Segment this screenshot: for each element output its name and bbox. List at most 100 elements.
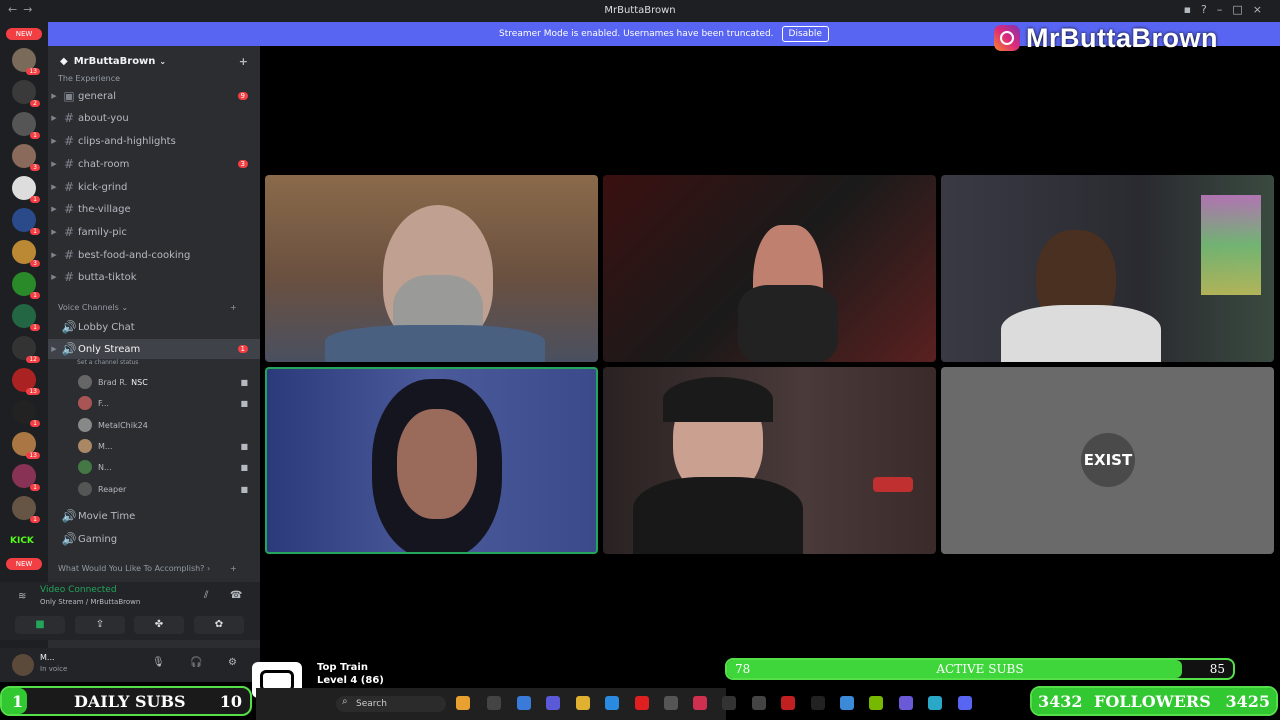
window-controls[interactable]: ▪?–□× [1184, 3, 1272, 16]
camera-icon: ■ [240, 398, 248, 408]
voice-only-stream[interactable]: ▶ 🔊 Only Stream 1 [48, 339, 260, 359]
video-tile[interactable] [941, 175, 1274, 362]
server-icon[interactable]: 1 [12, 464, 40, 491]
followers-right: 3425 [1225, 692, 1270, 711]
channel-general[interactable]: ▶ ▣ general 9 [48, 86, 260, 106]
server-icon[interactable]: 13 [12, 48, 40, 75]
voice-user[interactable]: Reaper ■ [78, 480, 248, 498]
server-icon[interactable]: 13 [12, 432, 40, 459]
voice-lobby-chat[interactable]: 🔊 Lobby Chat [48, 317, 260, 337]
voice-movie-time[interactable]: 🔊 Movie Time [48, 506, 260, 526]
followers-label: FOLLOWERS [1094, 692, 1211, 711]
video-tile[interactable] [603, 367, 936, 554]
app-icon[interactable] [840, 696, 854, 710]
voice-user[interactable]: MetalChik24 [78, 416, 248, 434]
server-icon[interactable]: 1 [12, 112, 40, 139]
screen-share-button[interactable]: ⇪ [75, 616, 125, 634]
chevron-down-icon: ⌄ [159, 56, 167, 66]
youtube-icon[interactable] [635, 696, 649, 710]
app-icon[interactable] [899, 696, 913, 710]
voice-category[interactable]: Voice Channels ⌄ + [58, 303, 237, 312]
voice-user[interactable]: N... ■ [78, 458, 248, 476]
channel-butta-tiktok[interactable]: ▶ # butta-tiktok [48, 267, 260, 287]
video-tile[interactable] [265, 175, 598, 362]
train-info: Top Train Level 4 (86) [317, 662, 384, 686]
app-icon[interactable] [487, 696, 501, 710]
followers-goal: 3432 FOLLOWERS 3425 [1030, 686, 1278, 716]
connection-detail[interactable]: Only Stream / MrButtaBrown [40, 598, 140, 606]
hash-icon: # [63, 180, 75, 194]
voice-user[interactable]: M... ■ [78, 437, 248, 455]
voice-user[interactable]: F... ■ [78, 394, 248, 412]
taskbar-search[interactable]: Search [336, 696, 446, 712]
channel-chat-room[interactable]: ▶ # chat-room 3 [48, 154, 260, 174]
app-icon[interactable] [664, 696, 678, 710]
server-icon[interactable]: 1 [12, 400, 40, 427]
folder-icon[interactable] [576, 696, 590, 710]
app-icon[interactable] [456, 696, 470, 710]
new-badge: NEW [6, 558, 42, 570]
server-icon[interactable]: 2 [12, 80, 40, 107]
app-icon[interactable] [781, 696, 795, 710]
server-icon[interactable]: 1 [12, 496, 40, 523]
add-member-icon[interactable]: + [239, 55, 248, 68]
kick-server-icon[interactable]: KICK [10, 536, 34, 546]
app-icon[interactable] [811, 696, 825, 710]
channel-the-village[interactable]: ▶ # the-village [48, 199, 260, 219]
camera-icon: ■ [240, 377, 248, 387]
video-tile[interactable] [603, 175, 936, 362]
hash-icon: # [63, 270, 75, 284]
connection-status: Video Connected [40, 585, 117, 595]
server-icon[interactable]: 1 [12, 304, 40, 331]
disconnect-icon[interactable]: ☎ [230, 590, 242, 601]
server-header[interactable]: ◆ MrButtaBrown ⌄ + [48, 46, 260, 76]
title-bar: ←→ MrButtaBrown ▪?–□× [0, 0, 1280, 22]
server-icon[interactable]: 13 [12, 368, 40, 395]
headphones-icon[interactable]: 🎧 [190, 657, 202, 668]
disable-button[interactable]: Disable [781, 26, 829, 42]
server-icon[interactable]: 3 [12, 240, 40, 267]
app-icon[interactable] [752, 696, 766, 710]
server-icon[interactable]: 3 [12, 144, 40, 171]
rules-icon: ▣ [63, 89, 75, 103]
instagram-handle: MrButtaBrown [1026, 22, 1218, 53]
discord-icon[interactable] [958, 696, 972, 710]
server-icon[interactable]: 1 [12, 208, 40, 235]
active-subs-right: 85 [1209, 662, 1225, 676]
channel-clips[interactable]: ▶ # clips-and-highlights [48, 131, 260, 151]
app-icon[interactable] [869, 696, 883, 710]
daily-subs-right: 10 [219, 692, 242, 711]
app-icon[interactable] [928, 696, 942, 710]
hash-icon: # [63, 111, 75, 125]
activities-button[interactable]: ✤ [134, 616, 184, 634]
server-icon[interactable]: 12 [12, 336, 40, 363]
avatar[interactable] [12, 654, 34, 676]
channel-family-pic[interactable]: ▶ # family-pic [48, 222, 260, 242]
channel-best-food[interactable]: ▶ # best-food-and-cooking [48, 245, 260, 265]
app-icon[interactable] [722, 696, 736, 710]
category-label: The Experience [58, 74, 121, 83]
video-tile-avatar[interactable]: EXIST [941, 367, 1274, 554]
camera-button[interactable]: ■ [15, 616, 65, 634]
channel-kick-grind[interactable]: ▶ # kick-grind [48, 177, 260, 197]
user-panel: M... In voice 🎙 🎧 ⚙ [0, 648, 260, 682]
accomplish-category[interactable]: What Would You Like To Accomplish? › + [58, 564, 237, 573]
speaker-icon: 🔊 [61, 532, 77, 546]
server-icon[interactable]: 1 [12, 272, 40, 299]
app-icon[interactable] [517, 696, 531, 710]
microphone-icon[interactable]: 🎙 [152, 657, 165, 668]
voice-user[interactable]: Brad R. NSC ■ [78, 373, 248, 391]
app-icon[interactable] [605, 696, 619, 710]
soundboard-button[interactable]: ✿ [194, 616, 244, 634]
channel-about-you[interactable]: ▶ # about-you [48, 108, 260, 128]
gear-icon[interactable]: ⚙ [228, 657, 237, 668]
noise-suppression-icon[interactable]: ⫽ [204, 590, 208, 601]
server-icon[interactable]: 1 [12, 176, 40, 203]
app-icon[interactable] [693, 696, 707, 710]
search-icon: ⌕ [342, 696, 348, 707]
channel-status-hint[interactable]: Set a channel status [77, 359, 138, 366]
video-tile-speaking[interactable] [265, 367, 598, 554]
app-icon[interactable] [546, 696, 560, 710]
voice-gaming[interactable]: 🔊 Gaming [48, 529, 260, 549]
hash-icon: # [63, 157, 75, 171]
